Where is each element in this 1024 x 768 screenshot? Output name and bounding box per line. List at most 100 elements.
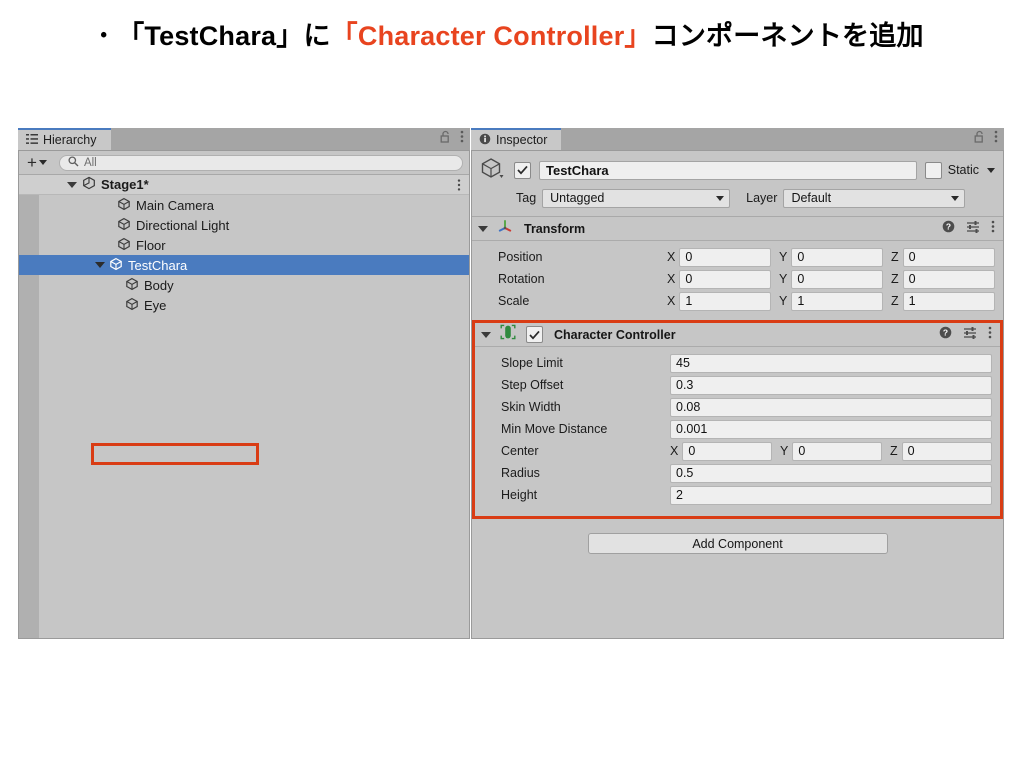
layer-dropdown[interactable]: Default [783, 188, 966, 208]
add-component-button[interactable]: Add Component [587, 533, 888, 554]
hierarchy-panel: Hierarchy + All Stage1* Main Camera Dire… [18, 128, 470, 639]
expand-triangle-icon[interactable] [95, 262, 105, 268]
preset-sliders-icon[interactable] [966, 220, 980, 238]
center-z-input[interactable]: 0 [901, 441, 992, 461]
inspector-body: TestChara Static Tag Untagged Layer Defa… [471, 151, 1004, 639]
gameobject-cube-icon [117, 217, 131, 234]
scene-kebab-menu-icon[interactable] [457, 175, 461, 195]
rotation-y: Y 0 [779, 269, 883, 289]
property-label: Rotation [498, 272, 545, 286]
axis-label-x: X [670, 444, 679, 458]
transform-gizmo-icon [497, 218, 513, 239]
expand-triangle-icon[interactable] [67, 181, 77, 188]
character-controller-body: Slope Limit 45 Step Offset 0.3 Skin Widt… [475, 347, 1000, 516]
property-row-rotation: Rotation X 0 Y 0 Z 0 [480, 268, 995, 290]
title-text-highlight: 「Character Controller」 [330, 21, 652, 51]
position-z-input[interactable]: 0 [902, 247, 995, 267]
gameobject-cube-icon [125, 277, 139, 294]
rotation-x: X 0 [667, 269, 771, 289]
gameobject-enabled-checkbox[interactable] [514, 161, 531, 179]
add-component-area: Add Component [472, 519, 1003, 554]
center-y-value: 0 [798, 444, 806, 458]
slope-limit-value: 45 [676, 356, 690, 370]
axis-label-z: Z [891, 272, 899, 286]
hierarchy-item-directional-light[interactable]: Directional Light [19, 215, 469, 235]
height-input[interactable]: 2 [670, 485, 992, 505]
chevron-down-icon[interactable] [987, 167, 995, 173]
transform-header-icons: ? [942, 217, 995, 241]
scale-x-value: 1 [685, 294, 693, 308]
position-x-value: 0 [685, 250, 693, 264]
transform-body: Position X 0 Y 0 Z 0 Rotation X 0 Y 0 Z … [472, 241, 1003, 320]
hierarchy-item-label: Body [144, 277, 174, 293]
slope-limit-input[interactable]: 45 [670, 353, 992, 373]
axis-label-y: Y [779, 250, 788, 264]
character-controller-enabled-checkbox[interactable] [526, 326, 543, 343]
transform-header[interactable]: Transform ? [472, 217, 1003, 241]
axis-label-x: X [667, 272, 676, 286]
min-move-distance-input[interactable]: 0.001 [670, 419, 992, 439]
hierarchy-search-input[interactable]: All [58, 154, 463, 172]
property-row-step-offset: Step Offset 0.3 [483, 374, 992, 396]
position-y-input[interactable]: 0 [791, 247, 883, 267]
property-label: Center [501, 444, 539, 458]
scale-y-input[interactable]: 1 [791, 291, 883, 311]
preset-sliders-icon[interactable] [963, 326, 977, 344]
hierarchy-item-main-camera[interactable]: Main Camera [19, 195, 469, 215]
skin-width-input[interactable]: 0.08 [670, 397, 992, 417]
character-controller-header[interactable]: Character Controller ? [475, 323, 1000, 347]
padlock-open-icon[interactable] [974, 130, 985, 148]
hierarchy-item-label: Main Camera [136, 197, 215, 213]
min-move-distance-value: 0.001 [676, 422, 708, 436]
rotation-x-input[interactable]: 0 [679, 269, 771, 289]
help-circle-icon[interactable]: ? [939, 326, 952, 344]
transform-title: Transform [524, 221, 586, 236]
hierarchy-item-testchara[interactable]: TestChara [19, 255, 469, 275]
center-z-value: 0 [907, 444, 915, 458]
create-gameobject-button[interactable]: + [25, 154, 49, 171]
gameobject-name-input[interactable]: TestChara [539, 160, 917, 180]
hierarchy-scene-label: Stage1* [101, 177, 149, 192]
radius-value: 0.5 [676, 466, 694, 480]
center-y-input[interactable]: 0 [792, 441, 882, 461]
tab-hierarchy[interactable]: Hierarchy [18, 128, 111, 150]
property-row-radius: Radius 0.5 [483, 462, 992, 484]
scale-y-value: 1 [797, 294, 805, 308]
kebab-menu-icon[interactable] [460, 130, 464, 148]
padlock-open-icon[interactable] [440, 130, 451, 148]
property-row-height: Height 2 [483, 484, 992, 506]
hierarchy-scene-row[interactable]: Stage1* [19, 175, 469, 195]
property-label: Step Offset [501, 378, 564, 392]
hierarchy-item-eye[interactable]: Eye [19, 295, 469, 315]
step-offset-input[interactable]: 0.3 [670, 375, 992, 395]
static-label: Static [947, 163, 979, 177]
rotation-z-input[interactable]: 0 [902, 269, 995, 289]
scale-x-input[interactable]: 1 [679, 291, 771, 311]
character-controller-capsule-icon [500, 324, 516, 345]
gameobject-tag-layer-row: Tag Untagged Layer Default [480, 187, 995, 209]
search-icon [68, 154, 79, 172]
hierarchy-item-label: Eye [144, 297, 167, 313]
help-circle-icon[interactable]: ? [942, 220, 955, 238]
hierarchy-item-label: Floor [136, 237, 166, 253]
inspector-tab-icons [974, 128, 998, 150]
kebab-menu-icon[interactable] [994, 130, 998, 148]
tab-inspector[interactable]: Inspector [471, 128, 562, 150]
hierarchy-item-floor[interactable]: Floor [19, 235, 469, 255]
rotation-y-input[interactable]: 0 [791, 269, 883, 289]
expand-triangle-icon[interactable] [481, 331, 491, 338]
axis-label-z: Z [890, 444, 898, 458]
gameobject-cube-icon [109, 257, 123, 274]
kebab-menu-icon[interactable] [988, 326, 992, 344]
kebab-menu-icon[interactable] [991, 220, 995, 238]
scale-z-input[interactable]: 1 [902, 291, 995, 311]
tag-dropdown[interactable]: Untagged [542, 188, 731, 208]
center-x-input[interactable]: 0 [682, 441, 772, 461]
position-x-input[interactable]: 0 [679, 247, 771, 267]
radius-input[interactable]: 0.5 [670, 463, 992, 483]
property-row-position: Position X 0 Y 0 Z 0 [480, 246, 995, 268]
hierarchy-item-body[interactable]: Body [19, 275, 469, 295]
static-checkbox[interactable] [924, 161, 942, 179]
expand-triangle-icon[interactable] [478, 225, 488, 232]
center-y: Y 0 [780, 441, 882, 461]
